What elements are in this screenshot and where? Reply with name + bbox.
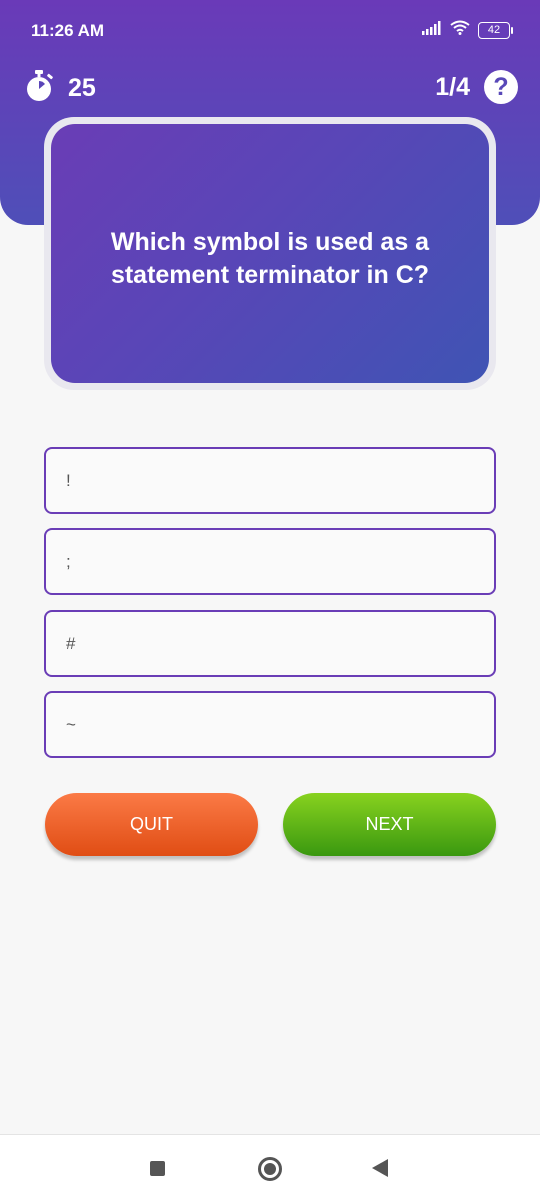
next-button[interactable]: NEXT: [283, 793, 496, 856]
battery-icon: 42: [478, 21, 513, 39]
status-bar: 11:26 AM 42: [0, 0, 540, 60]
status-icons: 42: [422, 20, 513, 40]
timer-value: 25: [68, 74, 96, 102]
help-button[interactable]: ?: [484, 70, 518, 104]
wifi-icon: [450, 20, 470, 40]
quit-button[interactable]: QUIT: [45, 793, 258, 856]
answer-option-label: #: [66, 633, 76, 653]
answer-option-label: ~: [66, 714, 76, 734]
back-icon[interactable]: [372, 1159, 388, 1177]
question-text: Which symbol is used as a statement term…: [110, 228, 430, 289]
answer-option-3[interactable]: #: [44, 610, 496, 677]
question-progress: 1/4: [435, 72, 470, 101]
signal-icon: [422, 20, 442, 40]
answer-option-2[interactable]: ;: [44, 528, 496, 595]
progress-area: 1/4 ?: [435, 70, 518, 104]
timer: 25: [24, 70, 96, 107]
status-time: 11:26 AM: [31, 21, 105, 40]
answer-option-4[interactable]: ~: [44, 691, 496, 758]
answer-option-label: !: [66, 470, 71, 490]
answer-option-label: ;: [66, 551, 71, 571]
recent-apps-icon[interactable]: [150, 1161, 165, 1176]
home-icon[interactable]: [258, 1157, 282, 1181]
system-nav-bar: [0, 1134, 540, 1201]
question-panel: Which symbol is used as a statement term…: [51, 124, 489, 383]
question-card: Which symbol is used as a statement term…: [44, 117, 496, 390]
answer-option-1[interactable]: !: [44, 447, 496, 514]
stopwatch-icon: [24, 70, 54, 107]
help-icon: ?: [493, 73, 509, 101]
